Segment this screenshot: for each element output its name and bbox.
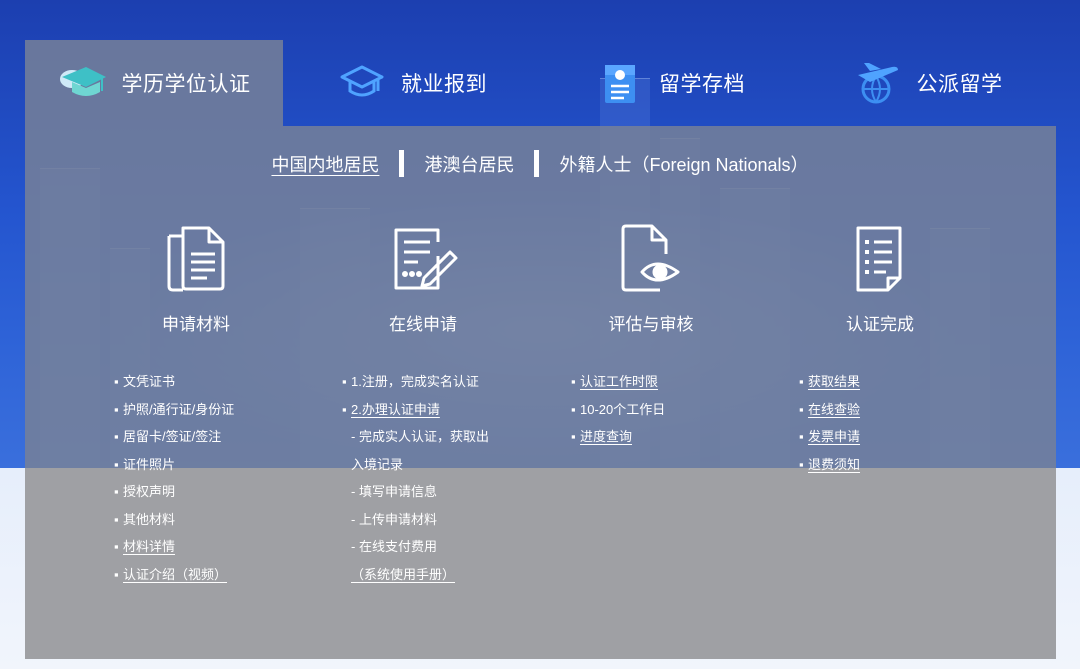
- invoice-request-link[interactable]: ▪ 发票申请: [799, 425, 860, 453]
- subnav-hk-macao-taiwan-residents[interactable]: 港澳台居民: [424, 151, 514, 177]
- list-item: 入境记录: [351, 456, 404, 472]
- graduation-cap-icon: [58, 60, 108, 106]
- list-item: ▪ 文凭证书: [114, 374, 176, 389]
- progress-query-link[interactable]: ▪ 进度查询: [571, 425, 665, 453]
- residency-subnav: 中国内地居民 港澳台居民 外籍人士（Foreign Nationals）: [0, 150, 1080, 177]
- online-application-list: ▪ 1.注册，完成实名认证 ▪ 2.办理认证申请 - 完成实人认证，获取出 入境记录…: [342, 370, 489, 590]
- mortarboard-outline-icon: [337, 60, 387, 106]
- step-title: 认证完成: [846, 315, 914, 334]
- materials-details-link[interactable]: ▪ 材料详情: [114, 535, 234, 563]
- tab-government-sponsored-study[interactable]: 公派留学: [799, 40, 1056, 126]
- step-evaluation-review: 评估与审核: [566, 218, 736, 335]
- apply-certification-link[interactable]: ▪ 2.办理认证申请: [342, 398, 489, 426]
- list-item: - 上传申请材料: [351, 511, 437, 527]
- document-eye-icon: [611, 218, 691, 298]
- list-item: ▪ 证件照片: [114, 456, 176, 472]
- tab-degree-certification[interactable]: 学历学位认证: [25, 40, 283, 126]
- certification-intro-video-link[interactable]: ▪ 认证介绍（视频）: [114, 563, 234, 591]
- tab-study-abroad-archive[interactable]: 留学存档: [541, 40, 799, 126]
- online-verification-link[interactable]: ▪ 在线查验: [799, 398, 860, 426]
- list-item: ▪ 1.注册，完成实名认证: [342, 374, 479, 389]
- form-edit-icon: [383, 218, 463, 298]
- list-item: - 完成实人认证，获取出: [351, 429, 489, 444]
- tab-label: 就业报到: [401, 73, 487, 96]
- completion-list: ▪ 获取结果 ▪ 在线查验 ▪ 发票申请 ▪ 退费须知: [799, 370, 860, 480]
- subnav-divider: [534, 150, 540, 177]
- refund-notice-link[interactable]: ▪ 退费须知: [799, 453, 860, 481]
- subnav-mainland-residents[interactable]: 中国内地居民: [271, 151, 379, 177]
- step-certification-complete: 认证完成: [795, 218, 965, 335]
- list-item: ▪ 居留卡/签证/签注: [114, 429, 222, 444]
- list-item: ▪ 授权声明: [114, 484, 176, 499]
- checklist-icon: [840, 218, 920, 298]
- step-online-application: 在线申请: [338, 218, 508, 335]
- tab-label: 学历学位认证: [121, 73, 251, 96]
- list-item: ▪ 护照/通行证/身份证: [114, 401, 235, 417]
- step-title: 申请材料: [162, 315, 230, 334]
- step-title: 评估与审核: [608, 315, 694, 334]
- list-item: - 填写申请信息: [351, 484, 437, 499]
- list-item: ▪ 其他材料: [114, 511, 176, 527]
- tab-employment-report[interactable]: 就业报到: [283, 40, 541, 126]
- get-result-link[interactable]: ▪ 获取结果: [799, 370, 860, 398]
- step-title: 在线申请: [389, 315, 457, 334]
- list-item: ▪ 10-20个工作日: [571, 401, 666, 417]
- step-application-materials: 申请材料: [111, 218, 281, 335]
- subnav-foreign-nationals[interactable]: 外籍人士（Foreign Nationals）: [559, 151, 808, 177]
- documents-icon: [156, 218, 236, 298]
- system-manual-link[interactable]: （系统使用手册）: [342, 563, 489, 591]
- work-time-limit-link[interactable]: ▪ 认证工作时限: [571, 370, 665, 398]
- subnav-divider: [399, 150, 405, 177]
- evaluation-list: ▪ 认证工作时限 ▪ 10-20个工作日 ▪ 进度查询: [571, 370, 665, 453]
- airplane-globe-icon: [853, 60, 903, 106]
- list-item: - 在线支付费用: [351, 539, 437, 554]
- materials-list: ▪ 文凭证书 ▪ 护照/通行证/身份证 ▪ 居留卡/签证/签注 ▪ 证件照片 ▪ 授权声明…: [114, 370, 234, 590]
- archive-document-icon: [595, 60, 645, 106]
- tab-label: 留学存档: [659, 73, 745, 96]
- tab-label: 公派留学: [916, 73, 1003, 96]
